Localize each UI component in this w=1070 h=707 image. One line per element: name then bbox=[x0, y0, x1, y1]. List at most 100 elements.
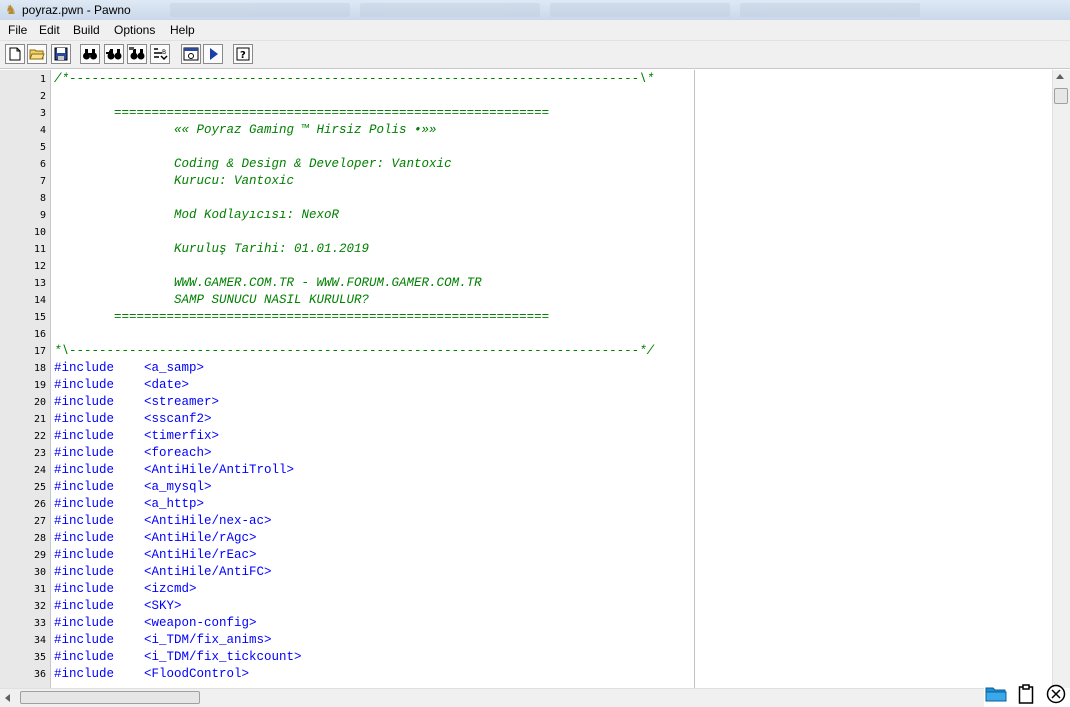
code-line[interactable]: 14 SAMP SUNUCU NASIL KURULUR? bbox=[0, 292, 1000, 309]
code-line[interactable]: 28 #include <AntiHile/rAgc> bbox=[0, 530, 1000, 547]
line-number: 12 bbox=[33, 261, 46, 272]
code-line[interactable]: 23 #include <foreach> bbox=[0, 445, 1000, 462]
code-line[interactable]: 11 Kuruluş Tarihi: 01.01.2019 bbox=[0, 241, 1000, 258]
code-line[interactable]: 8 bbox=[0, 190, 1000, 207]
code-line[interactable]: 34 #include <i_TDM/fix_anims> bbox=[0, 632, 1000, 649]
compile-button[interactable] bbox=[181, 44, 201, 64]
toolbar: B ? bbox=[0, 41, 1070, 69]
code-line[interactable]: 35 #include <i_TDM/fix_tickcount> bbox=[0, 649, 1000, 666]
code-line[interactable]: 6 Coding & Design & Developer: Vantoxic bbox=[0, 156, 1000, 173]
code-line[interactable]: 31 #include <izcmd> bbox=[0, 581, 1000, 598]
window-title: poyraz.pwn - Pawno bbox=[22, 3, 131, 17]
vertical-scrollbar[interactable] bbox=[1052, 70, 1070, 688]
include-directive: #include <a_samp> bbox=[54, 361, 205, 375]
line-number: 20 bbox=[33, 397, 46, 408]
find-icon bbox=[83, 49, 97, 60]
menu-build[interactable]: Build bbox=[70, 22, 103, 38]
replace-button[interactable] bbox=[127, 44, 147, 64]
tray-clipboard[interactable] bbox=[1014, 682, 1038, 706]
code-line[interactable]: 29 #include <AntiHile/rEac> bbox=[0, 547, 1000, 564]
code-line[interactable]: 30 #include <AntiHile/AntiFC> bbox=[0, 564, 1000, 581]
include-directive: #include <AntiHile/rAgc> bbox=[54, 531, 257, 545]
include-directive: #include <AntiHile/rEac> bbox=[54, 548, 257, 562]
horizontal-scroll-thumb[interactable] bbox=[20, 691, 200, 704]
code-line[interactable]: 27 #include <AntiHile/nex-ac> bbox=[0, 513, 1000, 530]
comment-text: ========================================… bbox=[54, 106, 550, 120]
comment-text: Kurucu: Vantoxic bbox=[54, 174, 295, 188]
code-line[interactable]: 2 bbox=[0, 88, 1000, 105]
run-button[interactable] bbox=[203, 44, 223, 64]
comment-text: Coding & Design & Developer: Vantoxic bbox=[54, 157, 452, 171]
find-button[interactable] bbox=[80, 44, 100, 64]
vertical-scroll-thumb[interactable] bbox=[1054, 88, 1068, 104]
line-number: 2 bbox=[39, 91, 46, 102]
code-line[interactable]: 16 bbox=[0, 326, 1000, 343]
code-line[interactable]: 20 #include <streamer> bbox=[0, 394, 1000, 411]
code-line[interactable]: 32 #include <SKY> bbox=[0, 598, 1000, 615]
code-line[interactable]: 19 #include <date> bbox=[0, 377, 1000, 394]
open-file-button[interactable] bbox=[27, 44, 47, 64]
find-next-icon bbox=[106, 49, 122, 60]
line-number: 4 bbox=[39, 125, 46, 136]
comment-text: /*--------------------------------------… bbox=[54, 72, 655, 86]
include-directive: #include <AntiHile/AntiTroll> bbox=[54, 463, 295, 477]
code-line[interactable]: 7 Kurucu: Vantoxic bbox=[0, 173, 1000, 190]
code-line[interactable]: 9 Mod Kodlayıcısı: NexoR bbox=[0, 207, 1000, 224]
line-number: 27 bbox=[33, 516, 46, 527]
code-line[interactable]: 12 bbox=[0, 258, 1000, 275]
comment-text: WWW.GAMER.COM.TR - WWW.FORUM.GAMER.COM.T… bbox=[54, 276, 482, 290]
line-number: 19 bbox=[33, 380, 46, 391]
line-number: 36 bbox=[33, 669, 46, 680]
comment-text: ========================================… bbox=[54, 310, 550, 324]
menu-file[interactable]: File bbox=[5, 22, 30, 38]
include-directive: #include <AntiHile/nex-ac> bbox=[54, 514, 272, 528]
find-next-button[interactable] bbox=[104, 44, 124, 64]
menu-bar: File Edit Build Options Help bbox=[0, 20, 1070, 41]
line-number: 11 bbox=[33, 244, 46, 255]
code-line[interactable]: 13 WWW.GAMER.COM.TR - WWW.FORUM.GAMER.CO… bbox=[0, 275, 1000, 292]
code-line[interactable]: 10 bbox=[0, 224, 1000, 241]
new-file-button[interactable] bbox=[5, 44, 25, 64]
code-line[interactable]: 36 #include <FloodControl> bbox=[0, 666, 1000, 683]
code-line[interactable]: 33 #include <weapon-config> bbox=[0, 615, 1000, 632]
tray-close[interactable] bbox=[1044, 682, 1068, 706]
line-number: 6 bbox=[39, 159, 46, 170]
line-number: 33 bbox=[33, 618, 46, 629]
line-number: 35 bbox=[33, 652, 46, 663]
menu-options[interactable]: Options bbox=[111, 22, 158, 38]
horizontal-scrollbar[interactable] bbox=[0, 688, 984, 707]
line-number: 21 bbox=[33, 414, 46, 425]
code-line[interactable]: 22 #include <timerfix> bbox=[0, 428, 1000, 445]
code-line[interactable]: 4 «« Poyraz Gaming ™ Hirsiz Polis •»» bbox=[0, 122, 1000, 139]
line-number: 25 bbox=[33, 482, 46, 493]
tray-folder[interactable] bbox=[984, 682, 1008, 706]
code-line[interactable]: 24 #include <AntiHile/AntiTroll> bbox=[0, 462, 1000, 479]
close-circle-icon bbox=[1046, 684, 1066, 704]
code-editor[interactable]: 1 /*-------------------------------------… bbox=[0, 70, 1052, 688]
svg-text:B: B bbox=[162, 49, 166, 56]
code-line[interactable]: 1 /*-------------------------------------… bbox=[0, 71, 1000, 88]
code-line[interactable]: 15 =====================================… bbox=[0, 309, 1000, 326]
code-line[interactable]: 21 #include <sscanf2> bbox=[0, 411, 1000, 428]
code-line[interactable]: 18 #include <a_samp> bbox=[0, 360, 1000, 377]
save-icon bbox=[54, 47, 68, 61]
code-line[interactable]: 26 #include <a_http> bbox=[0, 496, 1000, 513]
code-line[interactable]: 5 bbox=[0, 139, 1000, 156]
help-button[interactable]: ? bbox=[233, 44, 253, 64]
line-number: 9 bbox=[39, 210, 46, 221]
code-line[interactable]: 3 ======================================… bbox=[0, 105, 1000, 122]
svg-text:?: ? bbox=[240, 50, 246, 61]
menu-help[interactable]: Help bbox=[167, 22, 198, 38]
line-number: 23 bbox=[33, 448, 46, 459]
scroll-up-arrow-icon[interactable] bbox=[1056, 74, 1064, 79]
save-button[interactable] bbox=[51, 44, 71, 64]
include-directive: #include <weapon-config> bbox=[54, 616, 257, 630]
line-number: 17 bbox=[33, 346, 46, 357]
goto-line-button[interactable]: B bbox=[150, 44, 170, 64]
folder-icon bbox=[985, 687, 1007, 702]
menu-edit[interactable]: Edit bbox=[36, 22, 63, 38]
scroll-left-arrow-icon[interactable] bbox=[5, 694, 10, 702]
code-line[interactable]: 25 #include <a_mysql> bbox=[0, 479, 1000, 496]
code-line[interactable]: 17 *\------------------------------------… bbox=[0, 343, 1000, 360]
comment-text: Kuruluş Tarihi: 01.01.2019 bbox=[54, 242, 370, 256]
